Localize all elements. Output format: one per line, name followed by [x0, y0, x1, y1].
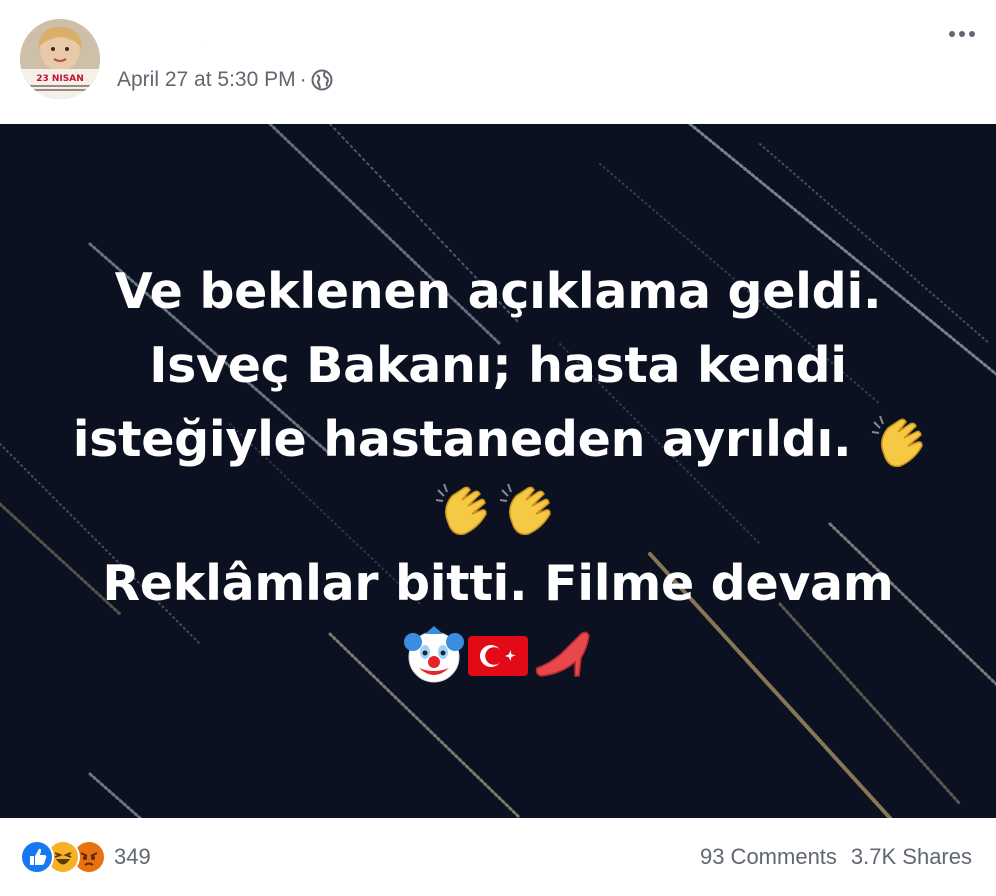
engagement-stats: 93 Comments 3.7K Shares: [700, 844, 972, 870]
author-name[interactable]: -: [204, 40, 210, 43]
reactions-summary[interactable]: 349: [20, 840, 151, 874]
text-line-3: isteğiyle hastaneden ayrıldı.: [72, 411, 852, 468]
high-heel-icon: [535, 631, 590, 677]
like-icon: [20, 840, 54, 874]
emoji-row-bottom: [0, 624, 996, 686]
post-footer: 349 93 Comments 3.7K Shares: [0, 818, 996, 896]
globe-icon: [311, 69, 333, 91]
post-timestamp[interactable]: April 27 at 5:30 PM: [117, 68, 296, 92]
author-avatar[interactable]: 23 NISAN: [20, 19, 100, 99]
turkey-flag-icon: [468, 636, 528, 676]
text-line-4: Reklâmlar bitti. Filme devam: [102, 555, 894, 612]
post-header: 23 NISAN - April 27 at 5:30 PM ·: [0, 0, 996, 124]
more-options-icon[interactable]: [944, 24, 980, 44]
text-line-1: Ve beklenen açıklama geldi.: [114, 263, 882, 320]
avatar-badge-text: 23 NISAN: [36, 74, 84, 84]
post-text-overlay: Ve beklenen açıklama geldi. Isveç Bakanı…: [0, 124, 996, 818]
clapping-hands-icon: [499, 483, 551, 535]
clown-face-icon: [404, 626, 464, 683]
clapping-hands-icon: [870, 414, 934, 478]
meta-separator: ·: [299, 68, 307, 91]
text-line-2: Isveç Bakanı; hasta kendi: [149, 337, 847, 394]
post-meta: April 27 at 5:30 PM ·: [117, 66, 333, 94]
comments-link[interactable]: 93 Comments: [700, 844, 837, 870]
avatar-image: 23 NISAN: [20, 19, 100, 99]
reaction-count: 349: [114, 844, 151, 869]
shares-link[interactable]: 3.7K Shares: [851, 844, 972, 870]
clapping-row: [0, 482, 996, 542]
clapping-hands-icon: [435, 483, 487, 535]
post-image[interactable]: Ve beklenen açıklama geldi. Isveç Bakanı…: [0, 124, 996, 818]
